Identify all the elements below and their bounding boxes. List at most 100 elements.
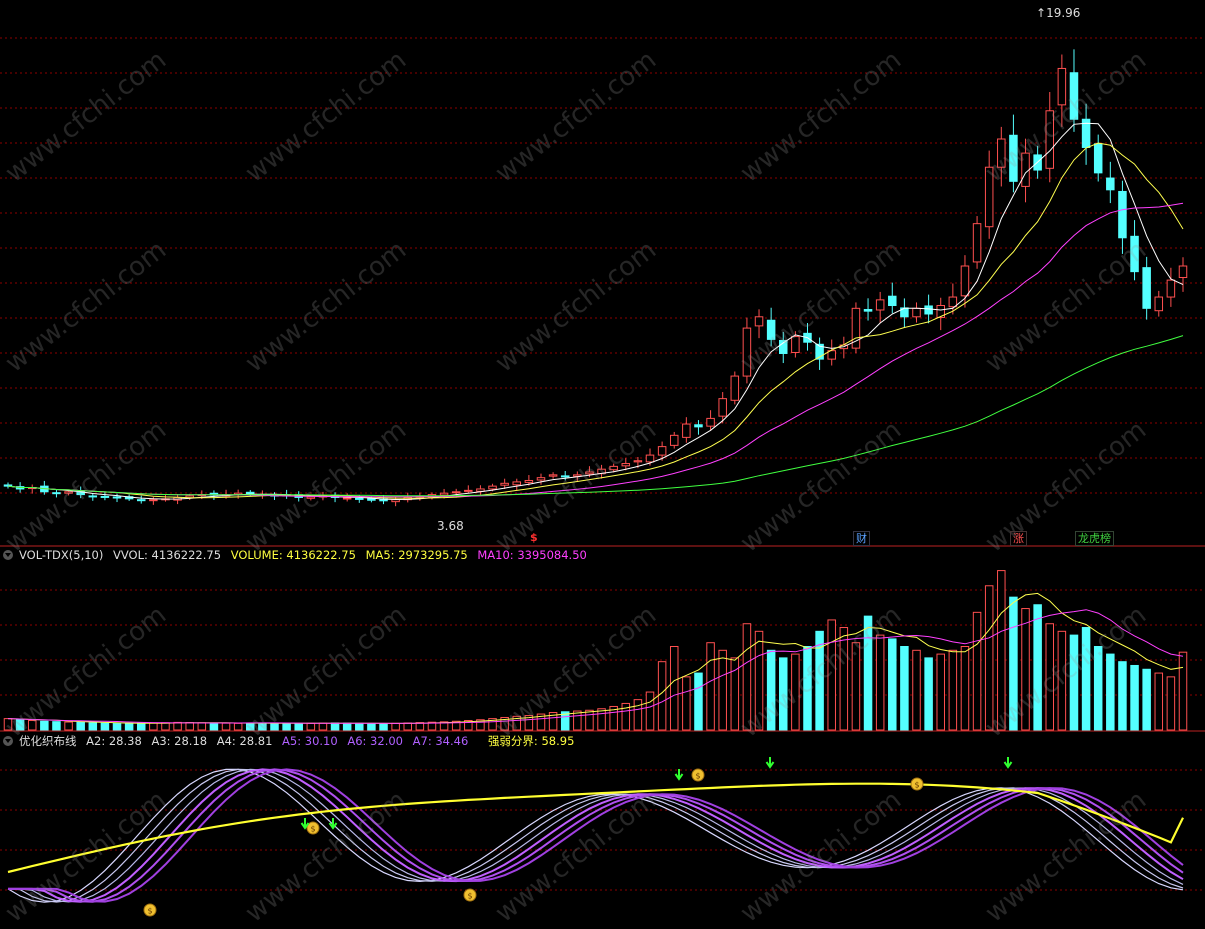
candle-body bbox=[464, 489, 473, 492]
candle-body bbox=[64, 491, 73, 494]
volume-bar bbox=[1106, 653, 1115, 731]
candle-body bbox=[1093, 143, 1103, 174]
candle-body bbox=[1009, 134, 1018, 182]
candle-body bbox=[451, 491, 461, 494]
volume-ma5-line bbox=[7, 592, 1184, 724]
marker-limit-up[interactable]: 涨 bbox=[1010, 531, 1027, 546]
candle-body bbox=[52, 492, 61, 495]
volume-bar bbox=[754, 630, 764, 731]
volume-bar bbox=[294, 723, 303, 731]
price-panel[interactable] bbox=[3, 49, 1188, 507]
candle-body bbox=[669, 434, 679, 446]
volume-bar bbox=[1045, 623, 1055, 731]
indicator-panel[interactable]: $ $ $ $ $ bbox=[7, 757, 1184, 917]
money-bag-icon-glyph: $ bbox=[914, 781, 919, 790]
vol-ma10-value: MA10: 3395084.50 bbox=[477, 548, 587, 562]
candle-body bbox=[342, 497, 352, 500]
volume-bar bbox=[52, 721, 61, 731]
volume-bar bbox=[669, 646, 679, 731]
volume-bar bbox=[633, 699, 643, 731]
candle-body bbox=[1178, 265, 1188, 279]
volume-bar bbox=[1009, 596, 1018, 731]
candle-body bbox=[730, 375, 740, 401]
indicator-name[interactable]: 优化织布线 bbox=[19, 734, 77, 748]
candle-body bbox=[112, 496, 122, 499]
volume-bar bbox=[948, 649, 958, 731]
marker-dollar[interactable]: $ bbox=[528, 531, 540, 544]
panel-menu-icon[interactable] bbox=[3, 736, 13, 746]
volume-bar bbox=[258, 722, 267, 731]
volume-bar bbox=[1069, 634, 1079, 731]
volume-bar bbox=[827, 619, 836, 731]
volume-bar bbox=[367, 723, 376, 731]
volume-bar bbox=[318, 722, 328, 731]
volume-bar bbox=[221, 722, 231, 731]
volume-bar bbox=[742, 623, 752, 731]
candle-body bbox=[706, 417, 715, 427]
candle-body bbox=[536, 477, 546, 481]
volume-bar bbox=[1166, 676, 1176, 731]
down-arrow-icon bbox=[1003, 757, 1013, 769]
candle-body bbox=[100, 495, 110, 498]
volume-bar bbox=[1093, 646, 1103, 731]
volume-bar bbox=[694, 672, 703, 731]
candle-body bbox=[888, 295, 897, 307]
candle-body bbox=[657, 446, 667, 456]
candle-body bbox=[1154, 296, 1164, 312]
candle-body bbox=[524, 479, 534, 483]
candle-body bbox=[136, 499, 146, 502]
volume-indicator-name[interactable]: VOL-TDX(5,10) bbox=[19, 548, 103, 562]
volume-bar bbox=[924, 657, 933, 731]
volume-bar bbox=[1033, 604, 1042, 731]
candle-body bbox=[439, 492, 449, 496]
candle-body bbox=[355, 497, 364, 500]
candle-body bbox=[791, 336, 800, 353]
candle-body bbox=[1130, 235, 1139, 273]
volume-bar bbox=[839, 627, 849, 731]
candle-body bbox=[1045, 110, 1055, 169]
volume-bar bbox=[1057, 630, 1067, 731]
a7-value: A7: 34.46 bbox=[412, 734, 469, 748]
volume-bar bbox=[597, 708, 606, 731]
candle-body bbox=[754, 316, 764, 327]
volume-bar bbox=[585, 709, 594, 731]
candle-body bbox=[972, 223, 982, 263]
volume-bar bbox=[197, 722, 207, 731]
marker-finance[interactable]: 财 bbox=[853, 531, 870, 546]
volume-bar bbox=[306, 722, 316, 731]
candle-body bbox=[1106, 177, 1115, 191]
candle-body bbox=[246, 491, 255, 495]
volume-bar bbox=[1130, 664, 1139, 731]
a4-value: A4: 28.81 bbox=[216, 734, 273, 748]
volume-bar bbox=[997, 570, 1006, 731]
volume-bar bbox=[682, 676, 691, 731]
ma20-line bbox=[7, 202, 1184, 498]
candle-body bbox=[863, 309, 873, 312]
volume-bar bbox=[888, 638, 897, 731]
boundary-value: 强弱分界: 58.95 bbox=[487, 734, 575, 748]
volume-bar bbox=[76, 721, 85, 731]
candle-body bbox=[682, 423, 691, 438]
volume-panel[interactable] bbox=[3, 570, 1188, 731]
a6-value: A6: 32.00 bbox=[347, 734, 403, 748]
volume-bar bbox=[1178, 651, 1188, 731]
volume-bar bbox=[791, 653, 800, 731]
volume-bar bbox=[900, 646, 909, 731]
candle-body bbox=[1021, 152, 1030, 187]
volume-bar bbox=[64, 721, 73, 731]
candle-body bbox=[1057, 67, 1067, 106]
chart-canvas[interactable]: $ $ $ $ $ bbox=[0, 0, 1205, 917]
volume-bar bbox=[851, 642, 861, 731]
volume-bar bbox=[27, 720, 37, 731]
volume-bar bbox=[282, 722, 291, 731]
volume-bar bbox=[136, 722, 146, 731]
panel-menu-icon[interactable] bbox=[3, 550, 13, 560]
candle-body bbox=[306, 496, 316, 499]
marker-dragon-tiger[interactable]: 龙虎榜 bbox=[1075, 531, 1114, 546]
volume-bar bbox=[112, 723, 122, 731]
candle-body bbox=[718, 398, 727, 417]
volume-bar bbox=[972, 611, 982, 731]
candle-body bbox=[924, 305, 933, 315]
volume-bar bbox=[718, 649, 727, 731]
candle-body bbox=[633, 460, 643, 463]
